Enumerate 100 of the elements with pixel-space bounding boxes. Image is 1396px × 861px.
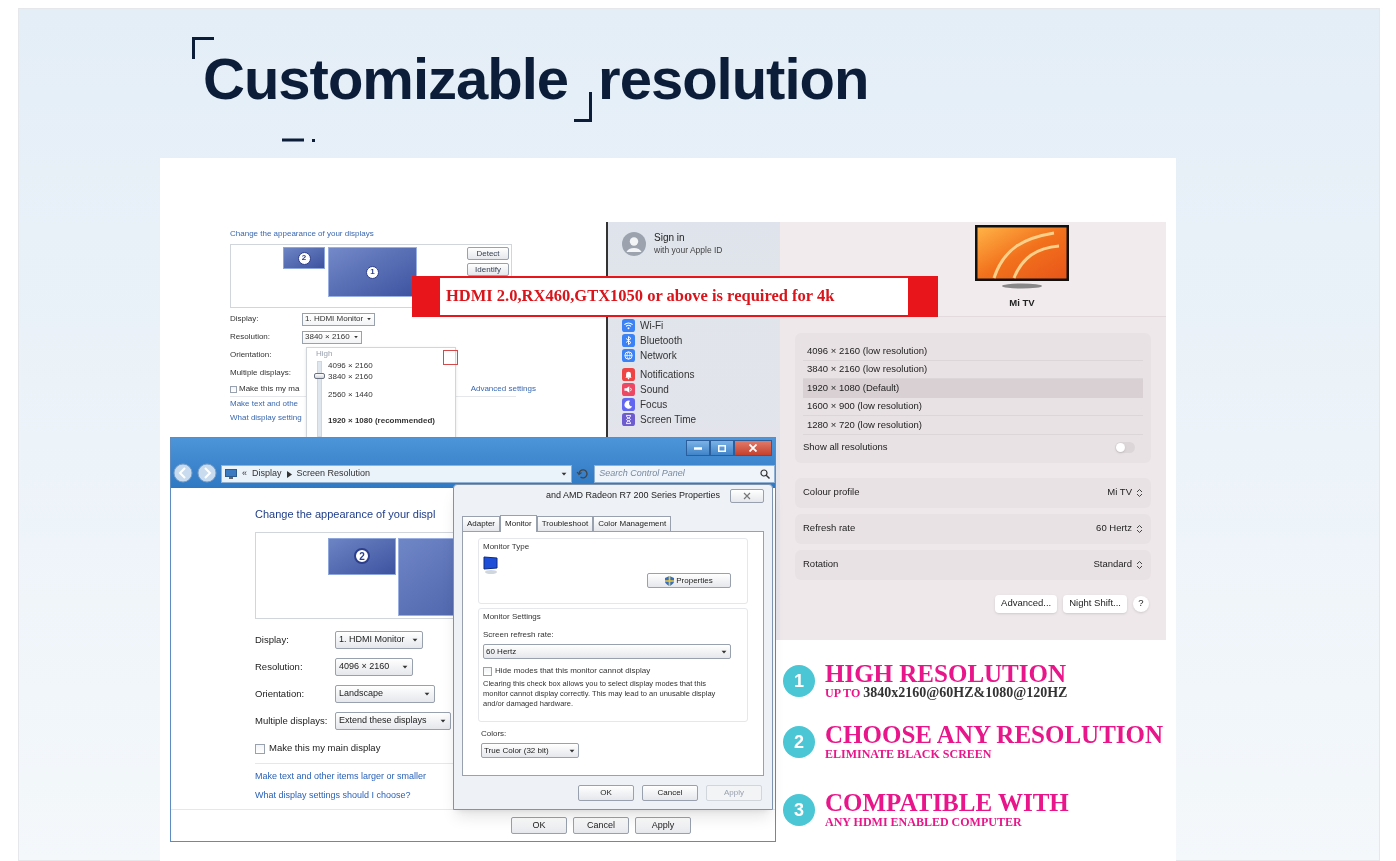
button[interactable]: Apply: [635, 817, 691, 834]
group-legend: Monitor Type: [483, 541, 743, 553]
bluetooth-icon: [622, 334, 635, 347]
monitor-tile[interactable]: 2: [283, 247, 325, 269]
moon-icon: [622, 398, 635, 411]
dropdown[interactable]: 1. HDMI Monitor: [302, 312, 376, 326]
caret-icon: [411, 636, 419, 644]
link[interactable]: Advanced settings: [470, 383, 536, 395]
minimize-icon: [694, 446, 702, 450]
wifi-icon: [622, 319, 635, 332]
bracket-mark: [574, 92, 593, 122]
dropdown[interactable]: 4096 × 2160: [335, 658, 413, 676]
button[interactable]: OK: [578, 784, 634, 801]
toggle-switch[interactable]: [1115, 442, 1135, 453]
maximize-button[interactable]: [710, 440, 734, 456]
sidebar-item[interactable]: Sound: [622, 382, 669, 397]
checkbox[interactable]: [230, 385, 237, 393]
group-legend: Monitor Settings: [483, 611, 743, 623]
slider-track[interactable]: [317, 361, 322, 437]
breadcrumb-item[interactable]: «: [242, 467, 247, 481]
button[interactable]: Identify: [467, 263, 509, 276]
link[interactable]: What display setting: [230, 412, 302, 424]
list-option[interactable]: 4096 × 2160: [328, 361, 373, 371]
slider-thumb[interactable]: [314, 372, 325, 379]
list-option[interactable]: 1920 × 1080 (recommended): [328, 416, 435, 426]
checkbox-label: Make this my main display: [269, 741, 381, 756]
close-icon: [743, 492, 751, 500]
monitor-tile[interactable]: 1: [328, 247, 417, 297]
link[interactable]: Make text and othe: [230, 398, 299, 410]
checkbox[interactable]: [483, 666, 492, 676]
tab[interactable]: Color Management: [593, 516, 672, 531]
field-label: Display:: [230, 313, 260, 325]
button[interactable]: Detect: [467, 247, 509, 260]
minimize-button[interactable]: [686, 440, 710, 456]
resolution-option[interactable]: 4096 × 2160 (low resolution): [803, 342, 1143, 361]
stepper-icon: [1136, 559, 1143, 570]
button[interactable]: Cancel: [573, 817, 629, 834]
section-title: Change the appearance of your displ: [255, 507, 436, 522]
dropdown[interactable]: 1. HDMI Monitor: [335, 631, 423, 649]
popup-selector[interactable]: Standard: [1093, 557, 1143, 572]
properties-button[interactable]: Properties: [647, 573, 731, 588]
sidebar-item[interactable]: Notifications: [622, 367, 695, 382]
field-label: Resolution:: [230, 331, 272, 343]
help-button[interactable]: ?: [1133, 595, 1149, 612]
square-outline: [443, 350, 458, 365]
sidebar-item[interactable]: Screen Time: [622, 412, 697, 427]
sidebar-item[interactable]: Focus: [622, 397, 668, 412]
bracket-mark: [192, 37, 214, 59]
breadcrumb-item[interactable]: Screen Resolution: [296, 467, 371, 481]
popup-selector[interactable]: 60 Hertz: [1096, 521, 1143, 536]
hourglass-icon: [622, 413, 635, 426]
button[interactable]: OK: [511, 817, 567, 834]
sidebar-item[interactable]: Wi-Fi: [622, 318, 664, 333]
list-option[interactable]: 2560 × 1440: [328, 390, 373, 400]
stepper-icon: [1136, 487, 1143, 498]
caret-icon: [401, 663, 409, 671]
dash-mark: [282, 138, 316, 144]
address-bar[interactable]: « Display Screen Resolution: [221, 465, 573, 483]
tab[interactable]: Monitor: [500, 515, 537, 532]
sidebar-item[interactable]: Network: [622, 348, 677, 363]
account-subtitle: with your Apple ID: [654, 244, 723, 256]
sidebar-item[interactable]: Bluetooth: [622, 333, 683, 348]
speaker-icon: [622, 383, 635, 396]
button[interactable]: Advanced...: [995, 594, 1058, 613]
dropdown[interactable]: Landscape: [335, 685, 435, 703]
dropdown[interactable]: 60 Hertz: [483, 644, 731, 659]
list-option[interactable]: 3840 × 2160: [328, 372, 373, 382]
close-button[interactable]: [730, 489, 764, 503]
dropdown[interactable]: True Color (32 bit): [481, 743, 579, 758]
monitor-tile[interactable]: 2: [328, 537, 396, 575]
stepper-icon: [1136, 523, 1143, 534]
feature-title: HIGH RESOLUTION: [825, 662, 1068, 686]
caret-icon: [423, 690, 431, 698]
field-label: Multiple displays:: [230, 367, 292, 379]
field-label: Colors:: [481, 728, 508, 740]
tab[interactable]: Adapter: [462, 516, 501, 531]
feature-title: COMPATIBLE WITH: [825, 791, 1069, 815]
checkbox[interactable]: [255, 743, 265, 754]
resolution-option[interactable]: 1600 × 900 (low resolution): [803, 397, 1143, 416]
popup-selector[interactable]: Mi TV: [1107, 485, 1143, 500]
warning-text: HDMI 2.0,RX460,GTX1050 or above is required for 4k: [445, 285, 836, 308]
breadcrumb-item[interactable]: Display: [252, 467, 282, 481]
field-label: Resolution:: [255, 659, 304, 674]
close-icon: [749, 444, 757, 452]
back-icon: [173, 463, 193, 483]
resolution-option[interactable]: 1920 × 1080 (Default): [803, 379, 1143, 398]
close-button[interactable]: [734, 440, 772, 456]
button[interactable]: Cancel: [642, 784, 698, 801]
button[interactable]: Night Shift...: [1063, 594, 1127, 613]
feature-subtitle: ELIMINATE BLACK SCREEN: [825, 747, 993, 761]
caret-icon: [439, 717, 447, 725]
dropdown[interactable]: Extend these displays: [335, 712, 451, 730]
dialog-title: and AMD Radeon R7 200 Series Properties: [545, 489, 720, 503]
resolution-option[interactable]: 1280 × 720 (low resolution): [803, 416, 1143, 435]
field-label: Multiple displays:: [255, 713, 329, 728]
dropdown[interactable]: 3840 × 2160: [302, 330, 362, 344]
tab[interactable]: Troubleshoot: [536, 516, 594, 531]
feature-subtitle: UP TO 3840x2160@60HZ&1080@120HZ: [825, 686, 1068, 700]
setting-label: Show all resolutions: [803, 440, 888, 455]
caret-icon: [352, 334, 359, 340]
